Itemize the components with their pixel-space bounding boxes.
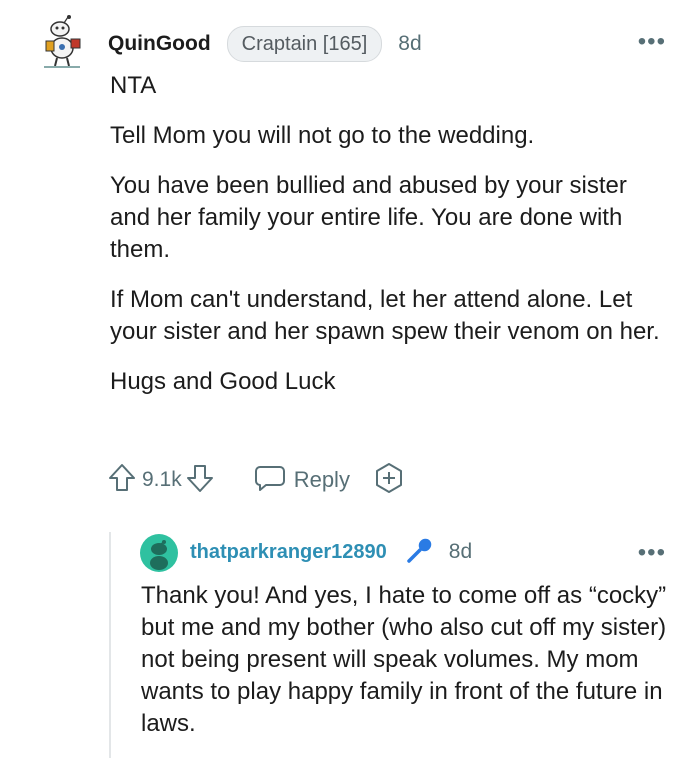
reply-more-options-icon[interactable]: ••• [638,541,666,565]
reply-button[interactable]: Reply [254,464,350,497]
teal-snoo-avatar-icon[interactable] [140,534,178,572]
comment-paragraph: Hugs and Good Luck [110,368,336,395]
comment-paragraph: You have been bullied and abused by your… [110,172,627,263]
award-button[interactable] [374,462,404,499]
more-options-icon[interactable]: ••• [638,30,666,54]
comment-paragraph: NTA [110,72,157,99]
speech-bubble-icon [254,464,286,497]
comment-body: NTA Tell Mom you will not go to the wedd… [110,70,670,416]
reply-label: Reply [293,467,350,492]
snoo-avatar-icon[interactable] [36,14,92,70]
comment-username[interactable]: QuinGood [108,32,211,56]
downvote-arrow-icon[interactable] [186,463,214,498]
reply-timestamp: 8d [448,540,473,563]
comment-paragraph: If Mom can't understand, let her attend … [110,286,660,345]
reply-body: Thank you! And yes, I hate to come off a… [141,582,667,737]
reply-header: thatparkranger12890 8d [190,536,472,568]
comment-timestamp: 8d [398,32,422,55]
comment-header: QuinGood Craptain [165] 8d [108,26,422,62]
add-award-icon [374,462,404,499]
comment-paragraph: Tell Mom you will not go to the wedding. [110,122,535,149]
microphone-icon [405,535,435,570]
vote-score: 9.1k [142,468,182,491]
reply-username[interactable]: thatparkranger12890 [190,541,387,564]
user-flair: Craptain [165] [226,26,383,62]
upvote-arrow-icon[interactable] [108,463,136,498]
thread-line[interactable] [109,532,111,758]
comment-actions: 9.1k Reply [108,460,404,500]
